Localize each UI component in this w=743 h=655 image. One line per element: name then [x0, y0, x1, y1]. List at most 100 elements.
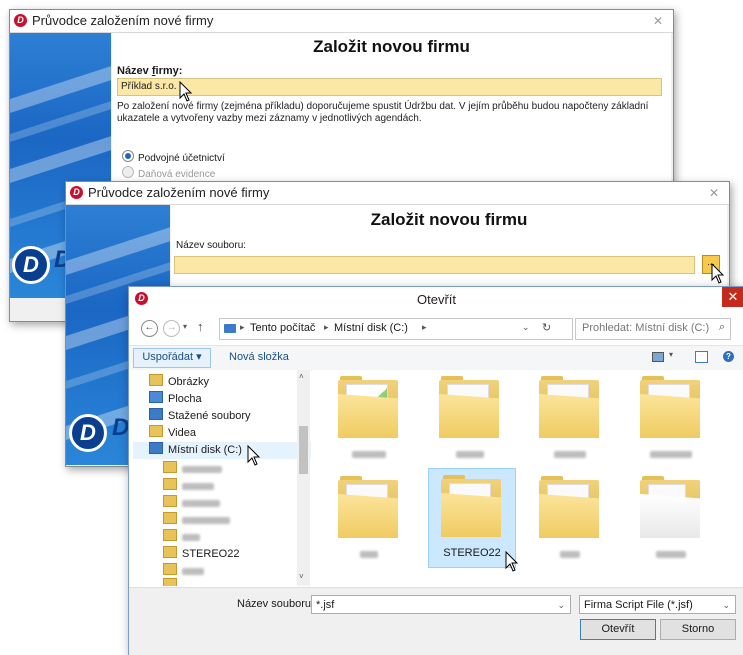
- navigation-bar: ← → ▾ ↑ ▸ Tento počítač ▸ Místní disk (C…: [129, 315, 743, 343]
- tree-item-pictures[interactable]: Obrázky: [149, 374, 209, 391]
- back-arrow-icon[interactable]: ←: [141, 320, 158, 337]
- file-name-field[interactable]: [174, 256, 695, 274]
- tree-item-videos[interactable]: Videa: [149, 425, 196, 442]
- tree-item-stereo22[interactable]: STEREO22: [163, 546, 239, 563]
- folder-icon: [163, 478, 177, 490]
- drive-icon: [149, 442, 163, 454]
- folder-item[interactable]: [527, 470, 613, 568]
- folder-item[interactable]: [427, 370, 513, 468]
- cancel-button[interactable]: Storno: [660, 619, 736, 640]
- chevron-down-icon[interactable]: ⌄: [557, 596, 565, 614]
- open-file-dialog: D Otevřít ✕ ← → ▾ ↑ ▸ Tento počítač ▸ Mí…: [128, 286, 743, 655]
- tree-item-label: STEREO22: [182, 548, 240, 560]
- folder-item[interactable]: [326, 470, 412, 568]
- view-icon[interactable]: [652, 352, 664, 362]
- tree-item-label: Videa: [168, 427, 196, 439]
- forward-arrow-icon[interactable]: →: [163, 320, 180, 337]
- folder-item[interactable]: [527, 370, 613, 468]
- tree-item[interactable]: [163, 461, 222, 478]
- brand-logo-letter: D: [112, 414, 130, 441]
- mouse-cursor-icon: [711, 263, 725, 284]
- wizard-2-titlebar: D Průvodce založením nové firmy ✕: [66, 182, 729, 205]
- tree-item[interactable]: [163, 512, 230, 529]
- search-placeholder: Prohledat: Místní disk (C:): [582, 322, 710, 334]
- tree-item-local-disk[interactable]: Místní disk (C:): [133, 442, 311, 459]
- open-button[interactable]: Otevřít: [580, 619, 656, 640]
- folder-icon: [163, 578, 177, 586]
- filename-input[interactable]: *.jsf ⌄: [311, 595, 571, 614]
- folder-item-stereo22[interactable]: STEREO22: [428, 468, 516, 568]
- folder-item[interactable]: [628, 470, 714, 568]
- preview-pane-icon[interactable]: [695, 351, 708, 363]
- folder-label: STEREO22: [443, 547, 501, 559]
- company-name-value: Příklad s.r.o.: [121, 81, 177, 92]
- scroll-up-icon[interactable]: ˄: [299, 372, 304, 381]
- info-text: Po založení nové firmy (zejména příkladu…: [117, 101, 649, 124]
- app-logo-icon: D: [14, 14, 27, 27]
- address-bar[interactable]: ▸ Tento počítač ▸ Místní disk (C:) ▸ ⌄ ↻: [219, 318, 573, 340]
- folder-item[interactable]: [628, 370, 714, 468]
- close-icon[interactable]: ✕: [653, 14, 663, 28]
- close-icon[interactable]: ✕: [709, 186, 719, 200]
- radio-label: Podvojné účetnictví: [138, 153, 225, 164]
- wizard-1-titlebar: D Průvodce založením nové firmy ✕: [10, 10, 673, 33]
- tree-scrollbar[interactable]: ˄ ˅: [297, 370, 310, 586]
- brand-logo-icon: D: [69, 414, 107, 452]
- radio-disabled-icon: [122, 166, 134, 178]
- help-icon[interactable]: ?: [723, 351, 734, 362]
- recent-dropdown-icon[interactable]: ▾: [183, 322, 187, 331]
- folder-icon: [163, 529, 177, 541]
- address-dropdown-icon[interactable]: ⌄: [522, 322, 530, 333]
- label-prefix: Název: [117, 65, 152, 77]
- drive-icon: [224, 324, 236, 333]
- page-title: Založit novou firmu: [313, 37, 470, 56]
- view-dropdown-icon[interactable]: ▾: [669, 350, 673, 359]
- filetype-select[interactable]: Firma Script File (*.jsf) ⌄: [579, 595, 736, 614]
- blurred-label: [182, 533, 200, 541]
- radio-label: Daňová evidence: [138, 169, 216, 180]
- wizard-1-title: Průvodce založením nové firmy: [32, 13, 214, 28]
- tree-item[interactable]: [163, 578, 182, 586]
- breadcrumb-item-local-disk[interactable]: Místní disk (C:): [334, 322, 408, 334]
- search-input[interactable]: Prohledat: Místní disk (C:) ⌕: [575, 318, 731, 340]
- scroll-thumb[interactable]: [299, 426, 308, 474]
- radio-double-entry[interactable]: Podvojné účetnictví: [122, 150, 225, 164]
- up-arrow-icon[interactable]: ↑: [197, 319, 204, 334]
- tree-item[interactable]: [163, 495, 220, 512]
- filetype-value: Firma Script File (*.jsf): [584, 599, 693, 611]
- tree-item[interactable]: [163, 478, 214, 495]
- app-logo-icon: D: [70, 186, 83, 199]
- company-name-label: Název firmy:: [117, 65, 182, 77]
- filename-label: Název souboru:: [237, 598, 315, 610]
- close-button[interactable]: ✕: [722, 287, 743, 307]
- chevron-down-icon[interactable]: ⌄: [722, 596, 730, 614]
- blurred-label: [182, 499, 220, 507]
- breadcrumb-separator-icon: ▸: [422, 322, 427, 332]
- new-folder-button[interactable]: Nová složka: [229, 351, 289, 363]
- blurred-label: [650, 450, 692, 458]
- tree-item-label: Plocha: [168, 393, 202, 405]
- filename-value: *.jsf: [316, 599, 335, 611]
- folder-icon: [163, 512, 177, 524]
- search-icon[interactable]: ⌕: [719, 321, 725, 334]
- brand-logo-icon: D: [12, 246, 50, 284]
- downloads-folder-icon: [149, 408, 163, 420]
- organize-button[interactable]: Uspořádat ▾: [133, 348, 211, 368]
- blurred-label: [182, 465, 222, 473]
- company-name-field[interactable]: Příklad s.r.o.: [117, 78, 662, 96]
- folder-icon: [163, 495, 177, 507]
- tree-item[interactable]: [163, 529, 200, 546]
- blurred-label: [182, 567, 204, 575]
- mouse-cursor-icon: [505, 551, 519, 572]
- blurred-label: [656, 550, 686, 558]
- tree-item-downloads[interactable]: Stažené soubory: [149, 408, 251, 425]
- blurred-label: [456, 450, 484, 458]
- refresh-icon[interactable]: ↻: [542, 321, 551, 334]
- file-name-label: Název souboru:: [176, 240, 247, 251]
- tree-item-label: Obrázky: [168, 376, 209, 388]
- radio-selected-icon[interactable]: [122, 150, 134, 162]
- scroll-down-icon[interactable]: ˅: [299, 572, 304, 581]
- breadcrumb-item-this-pc[interactable]: Tento počítač: [250, 322, 315, 334]
- folder-item[interactable]: [326, 370, 412, 468]
- tree-item-desktop[interactable]: Plocha: [149, 391, 202, 408]
